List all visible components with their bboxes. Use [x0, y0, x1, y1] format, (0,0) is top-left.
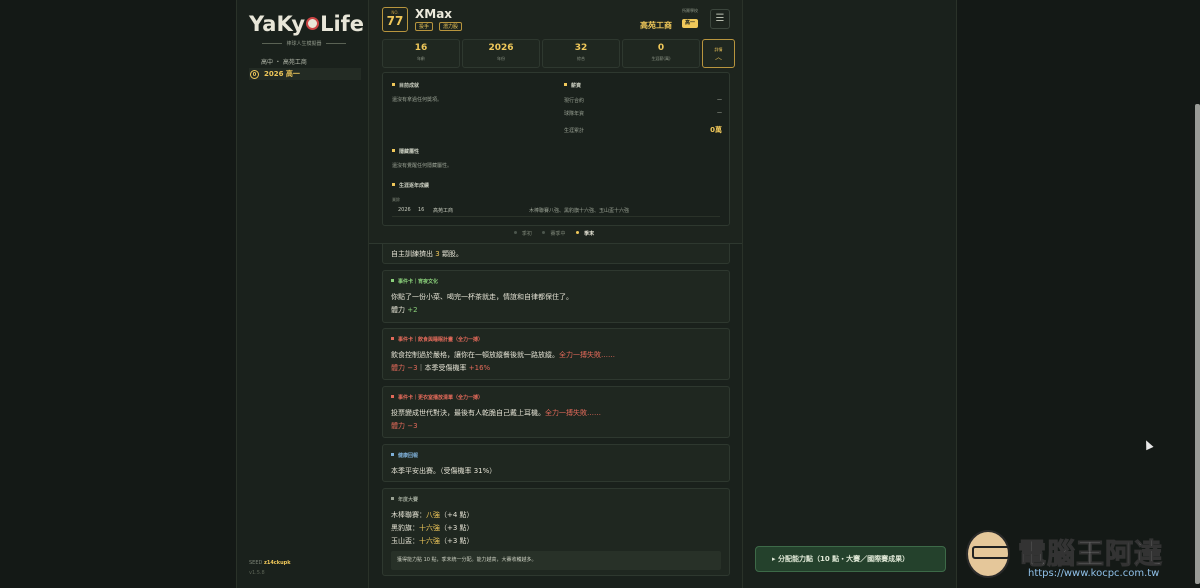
career-title: 生涯逐年成績 — [392, 182, 429, 189]
app-root: YaKy Life 棒球人生模擬器 高中 ・ 高苑工商 0 2026 高一 SEE… — [0, 0, 1200, 588]
card-title: 事件卡｜飲食與睡眠計畫（全力一搏） — [391, 336, 721, 343]
right-pane: ▸ 分配能力點（10 點・大賽／國際賽成果） — [742, 0, 957, 588]
detail-panel: 目前成就 還沒有拿過任何獎項。 薪資 現行合約 — 球隊年資 — 生涯累計 0萬 隱藏… — [382, 72, 730, 226]
watermark-url: https://www.kocpc.com.tw — [1028, 568, 1160, 579]
year-label: 2026 高一 — [264, 70, 300, 78]
career-section-label: 業餘 — [392, 197, 400, 202]
sidebar-year-item[interactable]: 0 2026 高一 — [249, 68, 361, 80]
stat-career-salary: 0 生涯薪(萬) — [622, 39, 700, 68]
training-line: 自主訓練擠出 3 顆股。 — [391, 250, 463, 258]
page-background-right — [957, 0, 1200, 588]
team-name: 高苑工商 — [640, 21, 672, 30]
stat-age: 16 年齡 — [382, 39, 460, 68]
sidebar-school: 高中 ・ 高苑工商 — [261, 59, 307, 66]
app-logo: YaKy Life — [249, 12, 365, 36]
card-title: 事件卡｜宵夜文化 — [391, 278, 721, 285]
phase-start: 季初 — [513, 231, 535, 237]
tag-potential: 潛力股 — [439, 22, 463, 31]
scrollbar[interactable] — [1195, 104, 1200, 584]
card-title: 健康回報 — [391, 452, 721, 459]
card-title: 年度大賽 — [391, 496, 721, 503]
grade-badge: 高一 — [681, 19, 698, 28]
player-name: XMax — [415, 7, 453, 21]
tag-position: 投手 — [415, 22, 434, 31]
achievements-text: 還沒有拿過任何獎項。 — [392, 97, 443, 103]
jersey-number: NO. 77 — [382, 7, 408, 32]
achievements-title: 目前成就 — [392, 82, 419, 89]
career-row: 2026 16 高苑工商 木棒聯賽八強、黑豹旗十六強、玉山盃十六強 — [392, 207, 720, 217]
player-header: NO. 77 XMax 投手 潛力股 所屬學校 高苑工商 高一 ☰ 16 年齡 2… — [369, 0, 742, 244]
feed-card-event-2: 事件卡｜飲食與睡眠計畫（全力一搏） 飲食控制過於嚴格，讓你在一頓放縱餐後就一路放… — [382, 328, 730, 380]
logo-subtitle: 棒球人生模擬器 — [249, 40, 359, 47]
feed-card-health: 健康回報 本季平安出賽。（受傷機率 31%） — [382, 444, 730, 482]
allocate-points-button[interactable]: ▸ 分配能力點（10 點・大賽／國際賽成果） — [755, 546, 946, 572]
year-index-icon: 0 — [250, 69, 259, 79]
menu-icon[interactable]: ☰ — [710, 9, 730, 29]
sidebar: YaKy Life 棒球人生模擬器 高中 ・ 高苑工商 0 2026 高一 SEE… — [236, 0, 369, 588]
salary-title: 薪資 — [564, 82, 581, 89]
phase-end: 季末 — [576, 231, 597, 237]
watermark: 電腦王阿達 https://www.kocpc.com.tw — [966, 524, 1196, 584]
watermark-face-icon — [966, 530, 1010, 578]
tournament-row: 木棒聯賽：八強（+4 點） — [391, 511, 474, 519]
stats-row: 16 年齡 2026 年份 32 綜合 0 生涯薪(萬) 詳情 ︿ — [382, 39, 735, 68]
feed-card-event-3: 事件卡｜更衣室播放清單（全力一搏） 投票變成世代對決，最後有人乾脆自己戴上耳機。… — [382, 386, 730, 438]
season-phases: 季初 賽季中 季末 — [369, 230, 742, 237]
seed: SEED z14ckupk — [249, 560, 291, 566]
baseball-icon — [306, 17, 320, 30]
team-label: 所屬學校 — [682, 8, 698, 13]
phase-mid: 賽季中 — [542, 231, 568, 237]
hidden-attr-title: 隱藏屬性 — [392, 148, 419, 155]
stat-year: 2026 年份 — [462, 39, 540, 68]
stat-overall: 32 綜合 — [542, 39, 620, 68]
page-background-left — [0, 0, 236, 588]
tournament-row: 黑豹旗：十六強（+3 點） — [391, 524, 474, 532]
hidden-attr-text: 還沒有覺醒任何隱藏屬性。 — [392, 163, 453, 169]
watermark-text: 電腦王阿達 — [1017, 537, 1164, 571]
chevron-up-icon: ︿ — [715, 53, 722, 61]
detail-toggle-button[interactable]: 詳情 ︿ — [702, 39, 735, 68]
points-note: 獲得能力點 10 點，季末統一分配。能力越高，大賽收穫越多。 — [391, 551, 721, 570]
feed-card-event-1: 事件卡｜宵夜文化 你點了一份小菜、喝完一杯茶就走，情誼和自律都保住了。 體力 +… — [382, 270, 730, 323]
card-title: 事件卡｜更衣室播放清單（全力一搏） — [391, 394, 721, 401]
feed-card-tournament: 年度大賽 木棒聯賽：八強（+4 點） 黑豹旗：十六強（+3 點） 玉山盃：十六強… — [382, 488, 730, 576]
seed-value: z14ckupk — [263, 560, 291, 566]
tournament-row: 玉山盃：十六強（+3 點） — [391, 537, 474, 545]
main-panel: 自主訓練擠出 3 顆股。 事件卡｜宵夜文化 你點了一份小菜、喝完一杯茶就走，情誼… — [369, 0, 742, 588]
version: v1.5.8 — [249, 570, 265, 576]
